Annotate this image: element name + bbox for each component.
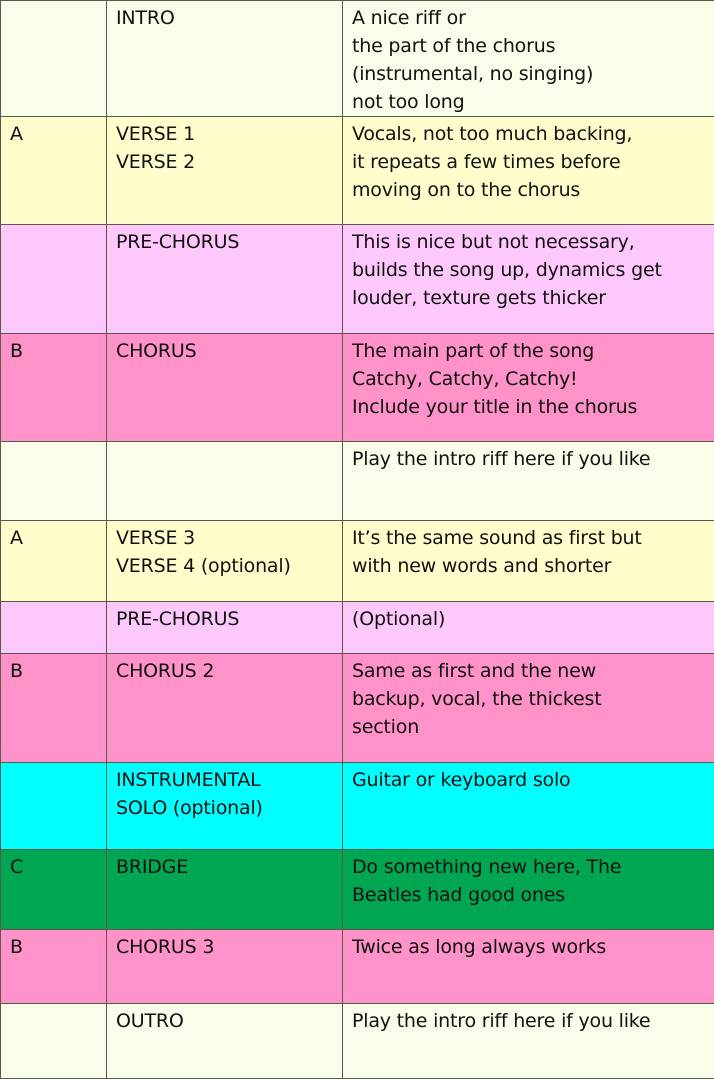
section-letter: B	[1, 334, 107, 442]
section-name: CHORUS	[107, 334, 343, 442]
table-row: PRE-CHORUS (Optional)	[1, 602, 714, 654]
section-description: Play the intro riff here if you like	[343, 442, 714, 521]
table-row: INTRO A nice riff or the part of the cho…	[1, 1, 714, 117]
section-letter: B	[1, 654, 107, 763]
section-name: INTRO	[107, 1, 343, 117]
section-name: VERSE 1 VERSE 2	[107, 117, 343, 225]
table-row: Play the intro riff here if you like	[1, 442, 714, 521]
section-letter	[1, 763, 107, 850]
section-description: Twice as long always works	[343, 930, 714, 1004]
section-letter: B	[1, 930, 107, 1004]
section-description: Do something new here, The Beatles had g…	[343, 850, 714, 930]
section-name	[107, 442, 343, 521]
section-name: PRE-CHORUS	[107, 602, 343, 654]
table-row: A VERSE 3 VERSE 4 (optional) It’s the sa…	[1, 521, 714, 602]
section-letter	[1, 602, 107, 654]
section-name: PRE-CHORUS	[107, 225, 343, 334]
section-name: VERSE 3 VERSE 4 (optional)	[107, 521, 343, 602]
table-row: B CHORUS 2 Same as first and the new bac…	[1, 654, 714, 763]
table-row: B CHORUS 3 Twice as long always works	[1, 930, 714, 1004]
section-name: CHORUS 2	[107, 654, 343, 763]
section-description: (Optional)	[343, 602, 714, 654]
table-row: A VERSE 1 VERSE 2 Vocals, not too much b…	[1, 117, 714, 225]
table-row: C BRIDGE Do something new here, The Beat…	[1, 850, 714, 930]
section-description: The main part of the song Catchy, Catchy…	[343, 334, 714, 442]
section-name: OUTRO	[107, 1004, 343, 1079]
section-letter	[1, 1004, 107, 1079]
section-letter	[1, 442, 107, 521]
section-letter: A	[1, 117, 107, 225]
table-row: OUTRO Play the intro riff here if you li…	[1, 1004, 714, 1079]
section-description: Guitar or keyboard solo	[343, 763, 714, 850]
section-description: A nice riff or the part of the chorus (i…	[343, 1, 714, 117]
table-row: INSTRUMENTAL SOLO (optional) Guitar or k…	[1, 763, 714, 850]
section-name: CHORUS 3	[107, 930, 343, 1004]
section-name: INSTRUMENTAL SOLO (optional)	[107, 763, 343, 850]
section-letter	[1, 1, 107, 117]
section-description: This is nice but not necessary, builds t…	[343, 225, 714, 334]
section-letter: C	[1, 850, 107, 930]
song-structure-body: INTRO A nice riff or the part of the cho…	[1, 1, 714, 1079]
section-description: It’s the same sound as first but with ne…	[343, 521, 714, 602]
section-description: Same as first and the new backup, vocal,…	[343, 654, 714, 763]
table-row: PRE-CHORUS This is nice but not necessar…	[1, 225, 714, 334]
section-letter: A	[1, 521, 107, 602]
section-name: BRIDGE	[107, 850, 343, 930]
song-structure-table: INTRO A nice riff or the part of the cho…	[0, 0, 714, 1079]
table-row: B CHORUS The main part of the song Catch…	[1, 334, 714, 442]
section-description: Vocals, not too much backing, it repeats…	[343, 117, 714, 225]
section-letter	[1, 225, 107, 334]
section-description: Play the intro riff here if you like	[343, 1004, 714, 1079]
